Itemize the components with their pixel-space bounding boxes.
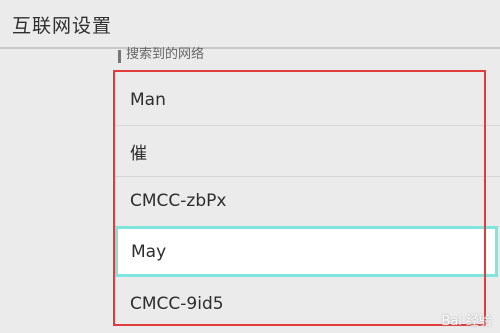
header: 互联网设置 xyxy=(0,0,500,48)
page-title: 互联网设置 xyxy=(12,15,113,37)
network-name: CMCC-9id5 xyxy=(130,293,224,314)
network-list: Man 催 CMCC-zbPx May CMCC-9id5 xyxy=(113,72,500,333)
network-name: CMCC-zbPx xyxy=(130,191,227,211)
network-item[interactable]: 催 xyxy=(113,126,500,177)
network-item[interactable]: Man xyxy=(113,75,500,126)
network-item[interactable]: CMCC-zbPx xyxy=(113,176,500,227)
watermark: Bai 经验 xyxy=(441,314,492,329)
section-label: 搜索到的网络 xyxy=(118,46,204,64)
network-name: May xyxy=(131,241,167,262)
network-item-selected[interactable]: May xyxy=(115,226,498,277)
network-name: 催 xyxy=(130,143,147,164)
divider xyxy=(0,47,500,49)
network-name: Man xyxy=(130,90,166,110)
